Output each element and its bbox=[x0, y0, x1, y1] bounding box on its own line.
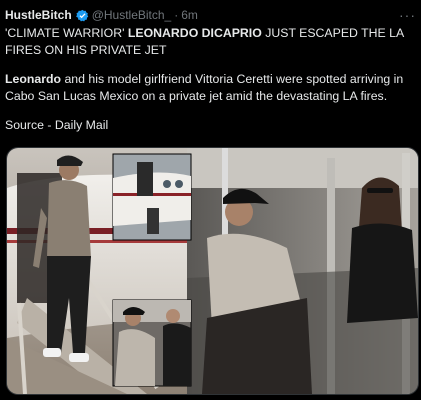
tweet-text: 'CLIMATE WARRIOR' LEONARDO DICAPRIO JUST… bbox=[5, 25, 415, 134]
headline-bold-name: LEONARDO DICAPRIO bbox=[127, 26, 262, 40]
inset-photo-plane bbox=[112, 153, 192, 241]
verified-badge-icon bbox=[75, 9, 89, 22]
paragraph-body: Leonardo and his model girlfriend Vittor… bbox=[5, 71, 415, 105]
inset-photo-couple bbox=[112, 299, 192, 387]
author-handle[interactable]: @HustleBitch_ bbox=[92, 8, 172, 22]
tweet-timestamp[interactable]: 6m bbox=[181, 8, 198, 22]
source-line: Source - Daily Mail bbox=[5, 118, 109, 132]
tweet-media-image[interactable] bbox=[6, 147, 419, 395]
photo-collage bbox=[7, 148, 418, 394]
right-photo-golf-cart bbox=[187, 148, 418, 394]
more-options-icon[interactable]: ··· bbox=[399, 7, 416, 23]
paragraph-headline: 'CLIMATE WARRIOR' LEONARDO DICAPRIO JUST… bbox=[5, 25, 415, 59]
tweet-header: HustleBitch @HustleBitch_ · 6m ··· bbox=[5, 6, 416, 24]
body-text: and his model girlfriend Vittoria Cerett… bbox=[5, 72, 404, 103]
headline-part-1: 'CLIMATE WARRIOR' bbox=[5, 26, 128, 40]
body-bold-name: Leonardo bbox=[5, 72, 62, 86]
author-name[interactable]: HustleBitch bbox=[5, 8, 72, 22]
separator-dot: · bbox=[174, 8, 179, 22]
